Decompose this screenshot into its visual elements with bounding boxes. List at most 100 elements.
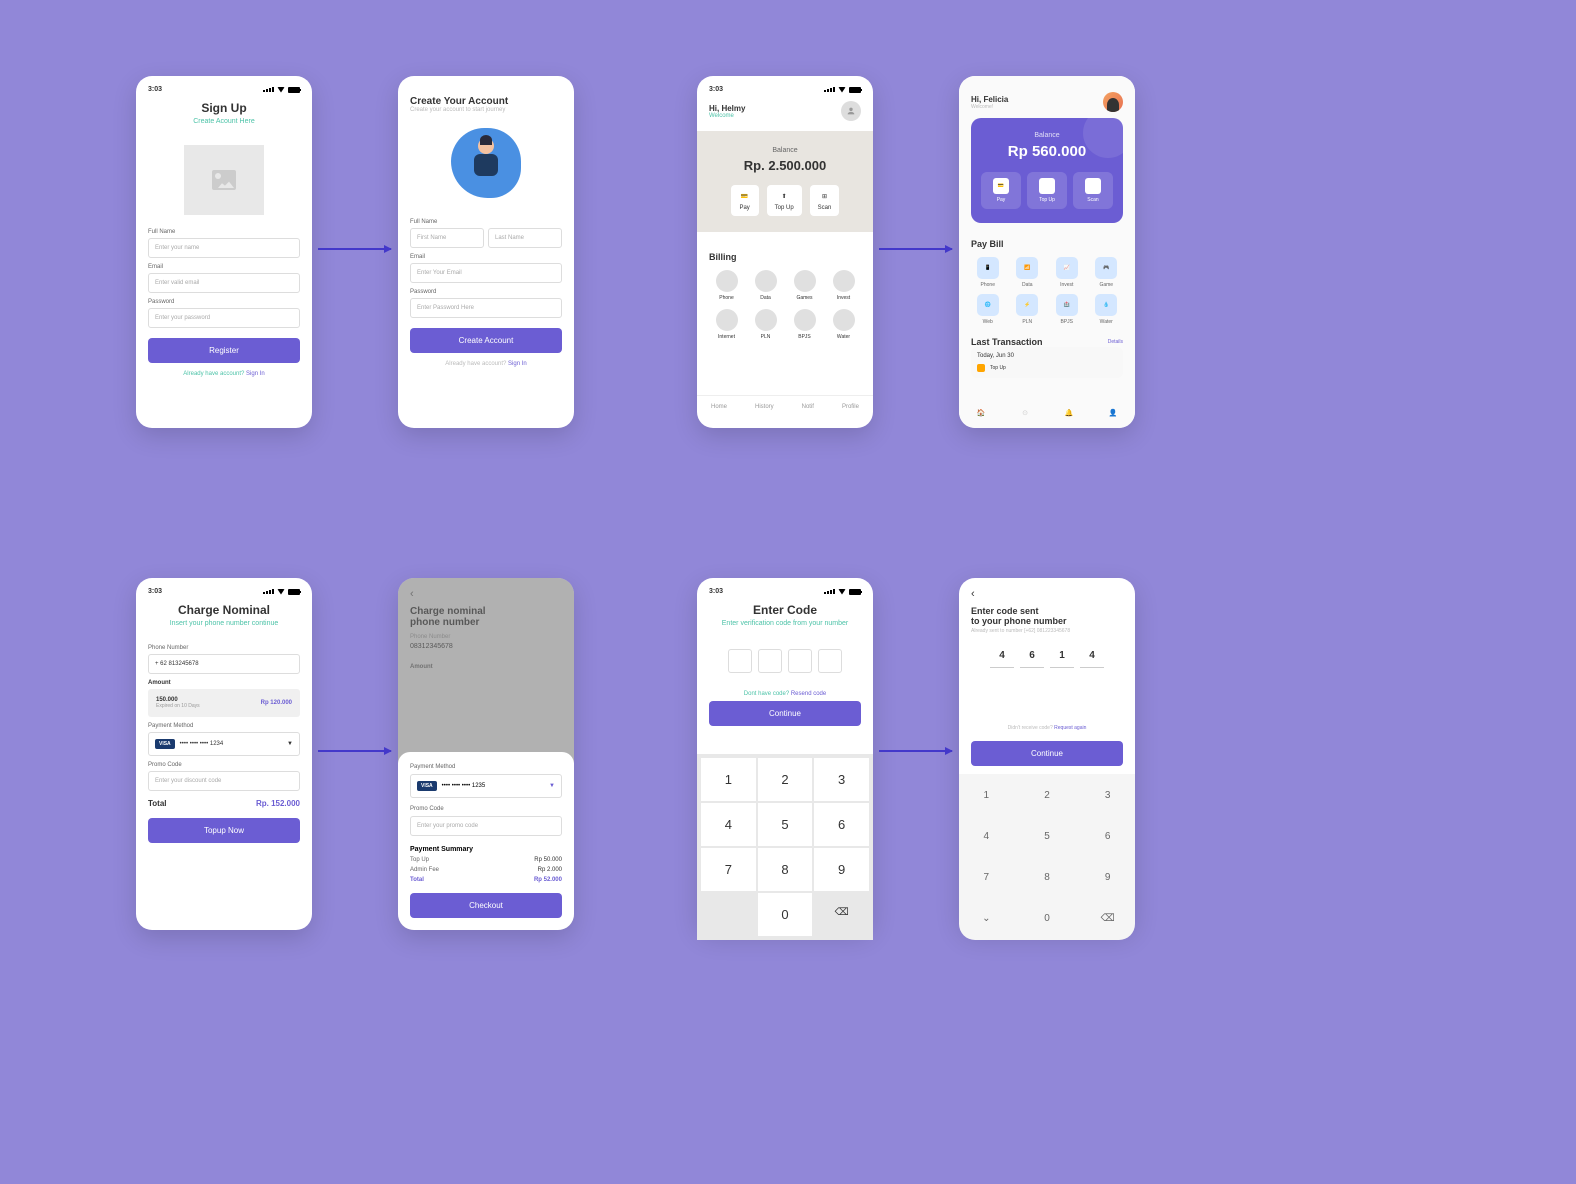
- paybill-invest[interactable]: 📈Invest: [1050, 257, 1084, 288]
- key-3[interactable]: 3: [1084, 782, 1131, 809]
- code-digit-4[interactable]: 4: [1080, 644, 1104, 668]
- details-link[interactable]: Details: [1108, 339, 1123, 345]
- code-digit-1[interactable]: [728, 649, 752, 673]
- promo-input[interactable]: Enter your discount code: [148, 771, 300, 791]
- key-2[interactable]: 2: [758, 758, 813, 801]
- avatar[interactable]: [1103, 92, 1123, 112]
- greeting: Hi, Felicia: [971, 95, 1008, 104]
- promo-input[interactable]: Enter your promo code: [410, 816, 562, 836]
- key-delete[interactable]: ⌫: [1084, 905, 1131, 932]
- key-8[interactable]: 8: [1024, 864, 1071, 891]
- billing-games[interactable]: Games: [787, 270, 822, 301]
- code-digit-2[interactable]: 6: [1020, 644, 1044, 668]
- key-delete[interactable]: ⌫: [814, 893, 869, 936]
- nav-notif-icon[interactable]: 🔔: [1062, 406, 1076, 420]
- nav-home[interactable]: Home: [711, 404, 727, 410]
- nav-history[interactable]: History: [755, 404, 774, 410]
- billing-invest[interactable]: Invest: [826, 270, 861, 301]
- continue-button[interactable]: Continue: [709, 701, 861, 726]
- topup-now-button[interactable]: Topup Now: [148, 818, 300, 843]
- code-digit-2[interactable]: [758, 649, 782, 673]
- image-placeholder[interactable]: [184, 145, 264, 215]
- topup-button[interactable]: ⬆Top Up: [1027, 172, 1067, 209]
- register-button[interactable]: Register: [148, 338, 300, 363]
- code-digit-3[interactable]: 1: [1050, 644, 1074, 668]
- email-input[interactable]: Enter Your Email: [410, 263, 562, 283]
- key-8[interactable]: 8: [758, 848, 813, 891]
- pay-button[interactable]: 💳Pay: [981, 172, 1021, 209]
- key-1[interactable]: 1: [701, 758, 756, 801]
- back-button[interactable]: ‹: [971, 588, 1123, 600]
- key-7[interactable]: 7: [701, 848, 756, 891]
- scan-button[interactable]: ⊞Scan: [810, 185, 840, 216]
- continue-button[interactable]: Continue: [971, 741, 1123, 766]
- back-button[interactable]: ‹: [410, 588, 562, 600]
- page-title: Enter Code: [709, 603, 861, 617]
- key-blank: [701, 893, 756, 936]
- key-0[interactable]: 0: [1024, 905, 1071, 932]
- key-9[interactable]: 9: [1084, 864, 1131, 891]
- phone-input[interactable]: + 62 813245678: [148, 654, 300, 674]
- nav-history-icon[interactable]: ⊙: [1018, 406, 1032, 420]
- nav-home-icon[interactable]: 🏠: [974, 406, 988, 420]
- full-name-input[interactable]: Enter your name: [148, 238, 300, 258]
- payment-card-select[interactable]: VISA•••• •••• •••• 1234▼: [148, 732, 300, 756]
- amount-option[interactable]: 150.000Expired on 10 DaysRp 120.000: [148, 689, 300, 717]
- billing-internet[interactable]: Internet: [709, 309, 744, 340]
- key-5[interactable]: 5: [758, 803, 813, 846]
- status-bar: 3:03: [148, 86, 300, 93]
- topup-icon: ⬆: [778, 190, 790, 202]
- subtitle: Enter verification code from your number: [709, 620, 861, 627]
- key-1[interactable]: 1: [963, 782, 1010, 809]
- checkout-button[interactable]: Checkout: [410, 893, 562, 918]
- billing-phone[interactable]: Phone: [709, 270, 744, 301]
- first-name-input[interactable]: First Name: [410, 228, 484, 248]
- code-digit-1[interactable]: 4: [990, 644, 1014, 668]
- key-6[interactable]: 6: [1084, 823, 1131, 850]
- avatar[interactable]: [841, 101, 861, 121]
- billing-pln[interactable]: PLN: [748, 309, 783, 340]
- paybill-phone[interactable]: 📱Phone: [971, 257, 1005, 288]
- key-6[interactable]: 6: [814, 803, 869, 846]
- create-account-button[interactable]: Create Account: [410, 328, 562, 353]
- key-5[interactable]: 5: [1024, 823, 1071, 850]
- key-3[interactable]: 3: [814, 758, 869, 801]
- nav-profile-icon[interactable]: 👤: [1106, 406, 1120, 420]
- paybill-game[interactable]: 🎮Game: [1090, 257, 1124, 288]
- signin-link[interactable]: Already have account? Sign In: [148, 371, 300, 377]
- resend-link[interactable]: Didn't receive code? Request again: [971, 725, 1123, 731]
- password-input[interactable]: Enter your password: [148, 308, 300, 328]
- key-collapse[interactable]: ⌄: [963, 905, 1010, 932]
- billing-bpjs[interactable]: BPJS: [787, 309, 822, 340]
- key-0[interactable]: 0: [758, 893, 813, 936]
- nav-profile[interactable]: Profile: [842, 404, 859, 410]
- email-input[interactable]: Enter valid email: [148, 273, 300, 293]
- last-name-input[interactable]: Last Name: [488, 228, 562, 248]
- screen-home-purple: Hi, FeliciaWelcome! Balance Rp 560.000 💳…: [959, 76, 1135, 428]
- transaction-item[interactable]: Top Up: [977, 364, 1006, 372]
- key-7[interactable]: 7: [963, 864, 1010, 891]
- key-4[interactable]: 4: [963, 823, 1010, 850]
- pay-button[interactable]: 💳Pay: [731, 185, 759, 216]
- key-9[interactable]: 9: [814, 848, 869, 891]
- paybill-pln[interactable]: ⚡PLN: [1011, 294, 1045, 325]
- paybill-bpjs[interactable]: 🏥BPJS: [1050, 294, 1084, 325]
- billing-data[interactable]: Data: [748, 270, 783, 301]
- billing-title: Billing: [709, 252, 861, 262]
- code-digit-3[interactable]: [788, 649, 812, 673]
- payment-card-select[interactable]: VISA•••• •••• •••• 1235▼: [410, 774, 562, 798]
- total-value: Rp. 152.000: [256, 799, 300, 808]
- code-digit-4[interactable]: [818, 649, 842, 673]
- signin-link[interactable]: Already have account? Sign In: [410, 361, 562, 367]
- paybill-web[interactable]: 🌐Web: [971, 294, 1005, 325]
- billing-water[interactable]: Water: [826, 309, 861, 340]
- password-input[interactable]: Enter Password Here: [410, 298, 562, 318]
- nav-notif[interactable]: Notif: [802, 404, 814, 410]
- paybill-data[interactable]: 📶Data: [1011, 257, 1045, 288]
- key-4[interactable]: 4: [701, 803, 756, 846]
- resend-link[interactable]: Dont have code? Resend code: [709, 691, 861, 697]
- topup-button[interactable]: ⬆Top Up: [767, 185, 802, 216]
- scan-button[interactable]: ⊞Scan: [1073, 172, 1113, 209]
- key-2[interactable]: 2: [1024, 782, 1071, 809]
- paybill-water[interactable]: 💧Water: [1090, 294, 1124, 325]
